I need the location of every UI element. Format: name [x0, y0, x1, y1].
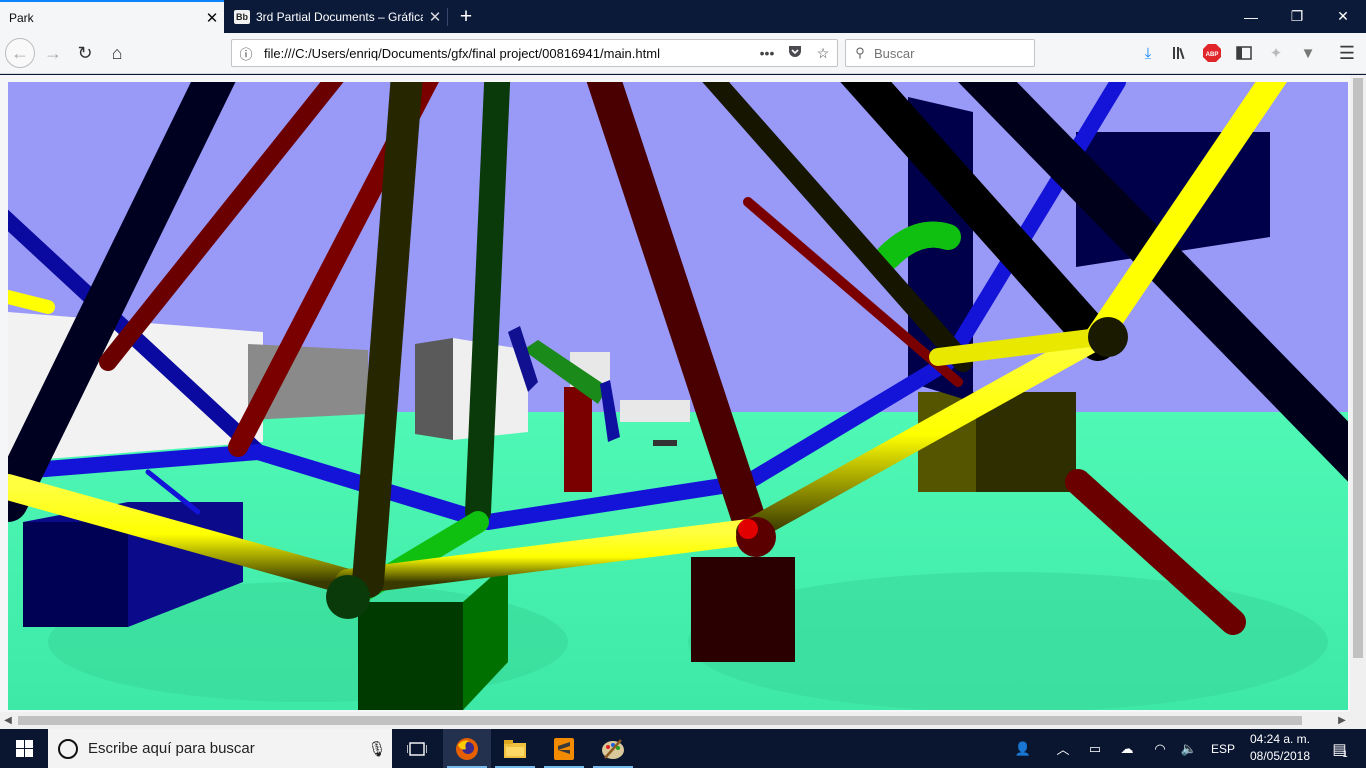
language-indicator[interactable]: ESP: [1206, 729, 1240, 768]
tab-partial-documents[interactable]: Bb 3rd Partial Documents – Gráfica ✕: [225, 0, 447, 33]
horizontal-scrollbar[interactable]: ◀ ▶: [0, 712, 1366, 729]
search-bar[interactable]: ⚲: [845, 39, 1035, 67]
new-tab-button[interactable]: +: [452, 0, 480, 33]
tab-title: Park: [9, 10, 34, 25]
green-joint: [326, 575, 370, 619]
yellow-joint: [1088, 317, 1128, 357]
clock-time: 04:24 a. m.: [1249, 732, 1311, 746]
restore-icon: ❐: [1290, 8, 1304, 24]
onedrive-icon[interactable]: ☁: [1114, 729, 1140, 768]
tab-divider: [447, 8, 448, 26]
page-content: [0, 75, 1366, 712]
green-base-block: [358, 602, 463, 710]
microphone-icon[interactable]: 🎙: [362, 740, 392, 758]
scroll-left-icon[interactable]: ◀: [0, 712, 16, 729]
close-window-button[interactable]: ✕: [1320, 0, 1366, 33]
arrow-left-icon: ←: [11, 42, 29, 63]
cortana-icon: [58, 738, 78, 759]
sidebar-icon[interactable]: [1233, 42, 1255, 64]
search-icon: ⚲: [855, 45, 865, 60]
plus-icon: +: [459, 4, 473, 28]
scroll-right-icon[interactable]: ▶: [1334, 712, 1350, 729]
notification-count: 1: [1342, 748, 1348, 759]
close-tab-icon[interactable]: ✕: [423, 8, 447, 26]
search-input[interactable]: [874, 45, 1024, 61]
pocket-icon[interactable]: [781, 45, 809, 61]
taskbar-sublime-text[interactable]: [540, 729, 588, 768]
address-bar[interactable]: ⓘ file:///C:/Users/enriq/Documents/gfx/f…: [231, 39, 838, 67]
task-view-button[interactable]: [393, 729, 441, 768]
arrow-right-icon: →: [44, 42, 62, 63]
close-tab-icon[interactable]: ✕: [200, 9, 224, 27]
system-clock[interactable]: 04:24 a. m. 08/05/2018: [1240, 731, 1320, 765]
battery-icon[interactable]: ▭: [1084, 729, 1106, 768]
start-button[interactable]: [0, 729, 48, 768]
forward-button[interactable]: →: [38, 38, 68, 68]
menu-icon[interactable]: ☰: [1336, 42, 1358, 64]
restore-button[interactable]: ❐: [1274, 0, 1320, 33]
tab-strip: Park ✕ Bb 3rd Partial Documents – Gráfic…: [0, 0, 1366, 33]
download-icon[interactable]: ⤓: [1137, 42, 1159, 64]
home-button[interactable]: ⌂: [102, 38, 132, 68]
blue-base-block: [23, 522, 128, 627]
minimize-button[interactable]: —: [1228, 0, 1274, 33]
back-button[interactable]: ←: [5, 38, 35, 68]
windows-logo-icon: [15, 740, 33, 757]
url-text[interactable]: file:///C:/Users/enriq/Documents/gfx/fin…: [260, 46, 753, 61]
task-view-icon: [407, 741, 427, 756]
webgl-canvas[interactable]: [8, 82, 1348, 710]
taskbar-paint[interactable]: [589, 729, 637, 768]
page-actions-button[interactable]: •••: [753, 45, 781, 61]
red-base-block: [691, 557, 795, 662]
toy-car: [653, 440, 677, 446]
scrollbar-thumb[interactable]: [1353, 78, 1363, 658]
reload-icon: ↻: [77, 42, 93, 63]
scrollbar-thumb[interactable]: [18, 716, 1302, 725]
chevron-up-icon[interactable]: ︿: [1052, 729, 1074, 768]
extension-icon[interactable]: ✦: [1265, 42, 1287, 64]
minimize-icon: —: [1244, 8, 1258, 25]
star-icon[interactable]: ☆: [809, 45, 837, 62]
park-3d-scene: [8, 82, 1348, 710]
taskbar-search-placeholder[interactable]: Escribe aquí para buscar: [88, 740, 362, 757]
red-pillar: [564, 387, 592, 492]
cylinder-building: [620, 400, 690, 422]
tab-title: 3rd Partial Documents – Gráfica: [256, 9, 423, 24]
windows-taskbar: Escribe aquí para buscar 🎙 👤 ︿ ▭ ☁ ◠ 🔈 E…: [0, 729, 1366, 768]
paint-palette-icon: [602, 738, 624, 759]
vertical-scrollbar[interactable]: [1350, 75, 1366, 712]
people-icon[interactable]: 👤: [1010, 729, 1036, 768]
red-joint: [738, 519, 758, 539]
wifi-icon[interactable]: ◠: [1148, 729, 1172, 768]
close-icon: ✕: [1337, 8, 1349, 24]
blackboard-favicon-icon: Bb: [234, 9, 250, 24]
action-center-button[interactable]: ▤ 1: [1322, 729, 1358, 768]
taskbar-file-explorer[interactable]: [491, 729, 539, 768]
library-icon[interactable]: [1169, 42, 1191, 64]
building: [415, 338, 453, 440]
extension-v-icon[interactable]: ▼: [1297, 42, 1319, 64]
folder-icon: [504, 739, 526, 758]
adblock-icon[interactable]: ABP: [1201, 42, 1223, 64]
taskbar-firefox[interactable]: [443, 729, 491, 768]
home-icon: ⌂: [111, 42, 123, 63]
firefox-icon: [456, 737, 478, 760]
volume-icon[interactable]: 🔈: [1178, 729, 1200, 768]
clock-date: 08/05/2018: [1249, 749, 1311, 763]
reload-button[interactable]: ↻: [70, 38, 100, 68]
navigation-toolbar: ← → ↻ ⌂ ⓘ file:///C:/Users/enriq/Documen…: [0, 33, 1366, 74]
tab-park[interactable]: Park ✕: [0, 0, 224, 33]
info-icon[interactable]: ⓘ: [232, 44, 260, 63]
taskbar-search[interactable]: Escribe aquí para buscar 🎙: [48, 729, 392, 768]
sublime-text-icon: [554, 737, 574, 760]
adblock-label: ABP: [1206, 52, 1219, 58]
